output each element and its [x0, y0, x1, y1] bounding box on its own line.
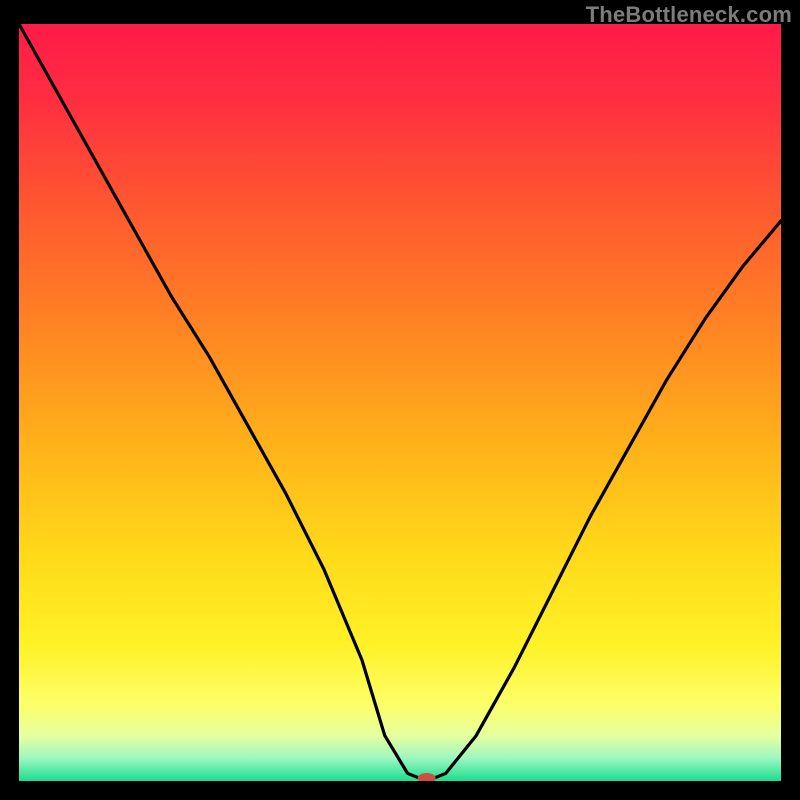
gradient-background — [19, 24, 781, 781]
chart-plot-area — [19, 24, 781, 781]
chart-svg — [19, 24, 781, 781]
chart-frame: TheBottleneck.com — [0, 0, 800, 800]
